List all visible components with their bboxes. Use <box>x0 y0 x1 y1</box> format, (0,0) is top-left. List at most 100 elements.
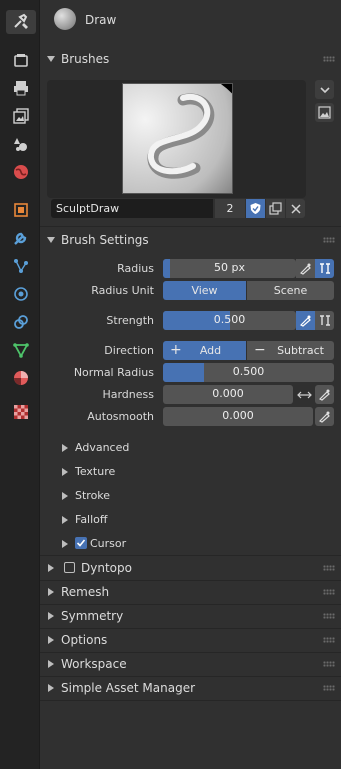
fake-user-button[interactable] <box>246 199 265 218</box>
mesh-data-icon <box>13 343 29 358</box>
printer-icon <box>14 81 28 96</box>
wrench-icon <box>14 232 27 245</box>
constraints-tab[interactable] <box>9 310 33 334</box>
view-layer-tab[interactable] <box>9 104 33 128</box>
autosmooth-slider[interactable]: 0.000 <box>163 407 313 426</box>
checker-texture-icon <box>14 405 28 419</box>
users-count-text: 2 <box>226 202 234 215</box>
scene-option-label: Scene <box>273 284 308 297</box>
collapsed-arrow-icon <box>48 636 54 644</box>
subpanel-label: Stroke <box>75 489 111 502</box>
duplicate-brush-button[interactable] <box>266 199 285 218</box>
direction-label: Direction <box>104 344 154 357</box>
autosmooth-pressure-button[interactable] <box>315 407 334 426</box>
direction-add-button[interactable]: + Add <box>163 341 246 360</box>
brush-thumbnail[interactable] <box>122 83 233 194</box>
panel-title: Simple Asset Manager <box>61 681 196 695</box>
brush-preview-area <box>47 80 306 198</box>
remesh-panel-header[interactable]: Remesh <box>40 580 341 604</box>
symmetry-panel-header[interactable]: Symmetry <box>40 604 341 628</box>
brushes-panel-header[interactable]: Brushes <box>40 47 341 71</box>
collapsed-arrow-icon <box>62 468 68 476</box>
subpanel-advanced[interactable]: Advanced <box>40 438 341 458</box>
drag-grip-icon[interactable] <box>323 685 335 691</box>
strength-value: 0.500 <box>213 313 246 326</box>
plus-icon: + <box>170 342 182 358</box>
output-tab[interactable] <box>9 76 33 100</box>
drag-grip-icon[interactable] <box>323 613 335 619</box>
options-panel-header[interactable]: Options <box>40 628 341 652</box>
panel-title: Dyntopo <box>81 561 132 575</box>
drag-grip-icon[interactable] <box>323 637 335 643</box>
pen-pressure-icon <box>299 315 311 327</box>
drag-grip-icon[interactable] <box>323 661 335 667</box>
subpanel-cursor[interactable]: Cursor <box>40 534 341 554</box>
subpanel-falloff[interactable]: Falloff <box>40 510 341 530</box>
particles-tab[interactable] <box>9 254 33 278</box>
checkmark-icon <box>76 539 86 547</box>
collapsed-arrow-icon <box>48 588 54 596</box>
object-tab[interactable] <box>9 198 33 222</box>
radius-slider[interactable]: 50 px <box>163 259 296 278</box>
world-icon <box>14 165 28 179</box>
image-layers-icon <box>13 108 29 124</box>
unified-strength-icon <box>320 315 330 326</box>
normal-radius-label: Normal Radius <box>73 366 154 379</box>
subpanel-texture[interactable]: Texture <box>40 462 341 482</box>
duplicate-icon <box>269 202 282 215</box>
material-tab[interactable] <box>9 366 33 390</box>
drag-grip-icon[interactable] <box>323 56 335 62</box>
radius-unit-view-button[interactable]: View <box>163 281 246 300</box>
brush-name-text: SculptDraw <box>56 202 120 215</box>
hardness-label: Hardness <box>102 388 154 401</box>
direction-subtract-button[interactable]: − Subtract <box>247 341 334 360</box>
brush-users-count[interactable]: 2 <box>215 199 245 218</box>
world-tab[interactable] <box>9 160 33 184</box>
collapsed-arrow-icon <box>62 444 68 452</box>
brush-name-field[interactable]: SculptDraw <box>51 199 213 218</box>
brush-menu-dropdown[interactable] <box>315 80 334 99</box>
render-tab[interactable] <box>9 48 33 72</box>
scene-icon <box>14 138 27 151</box>
normal-radius-slider[interactable]: 0.500 <box>163 363 334 382</box>
hardness-slider[interactable]: 0.000 <box>163 385 293 404</box>
drag-grip-icon[interactable] <box>323 589 335 595</box>
subpanel-stroke[interactable]: Stroke <box>40 486 341 506</box>
unlink-brush-button[interactable] <box>286 199 305 218</box>
scene-tab[interactable] <box>9 132 33 156</box>
brush-image-button[interactable] <box>315 103 334 122</box>
panel-title: Workspace <box>61 657 127 671</box>
subpanel-label: Texture <box>75 465 116 478</box>
strength-lock-button[interactable] <box>315 311 334 330</box>
dyntopo-panel-header[interactable]: Dyntopo <box>40 556 341 580</box>
strength-slider[interactable]: 0.500 <box>163 311 296 330</box>
dyntopo-checkbox[interactable] <box>64 562 75 573</box>
drag-grip-icon[interactable] <box>323 565 335 571</box>
brush-settings-panel-header[interactable]: Brush Settings <box>40 228 341 252</box>
texture-tab[interactable] <box>9 400 33 424</box>
data-tab[interactable] <box>9 338 33 362</box>
radius-pressure-button[interactable] <box>296 259 315 278</box>
tool-properties-panel: Draw Brushes SculptDraw 2 Brush Settings… <box>40 0 341 769</box>
particles-icon <box>14 259 28 273</box>
physics-tab[interactable] <box>9 282 33 306</box>
collapsed-arrow-icon <box>48 612 54 620</box>
hardness-pressure-button[interactable] <box>315 385 334 404</box>
context-header: Draw <box>40 0 341 40</box>
simple-asset-manager-panel-header[interactable]: Simple Asset Manager <box>40 676 341 700</box>
radius-unit-scene-button[interactable]: Scene <box>247 281 334 300</box>
modifier-tab[interactable] <box>9 226 33 250</box>
tool-tab[interactable] <box>6 10 36 34</box>
subtract-label: Subtract <box>277 344 324 357</box>
strength-pressure-button[interactable] <box>296 311 315 330</box>
panel-title: Options <box>61 633 108 647</box>
hardness-value: 0.000 <box>212 387 244 400</box>
expand-arrow-icon <box>47 56 55 62</box>
cursor-checkbox[interactable] <box>75 537 87 549</box>
collapsed-arrow-icon <box>48 684 54 692</box>
brush-icon <box>54 8 76 30</box>
hardness-invert-button[interactable] <box>295 385 314 404</box>
radius-lock-button[interactable] <box>315 259 334 278</box>
workspace-panel-header[interactable]: Workspace <box>40 652 341 676</box>
drag-grip-icon[interactable] <box>323 237 335 243</box>
